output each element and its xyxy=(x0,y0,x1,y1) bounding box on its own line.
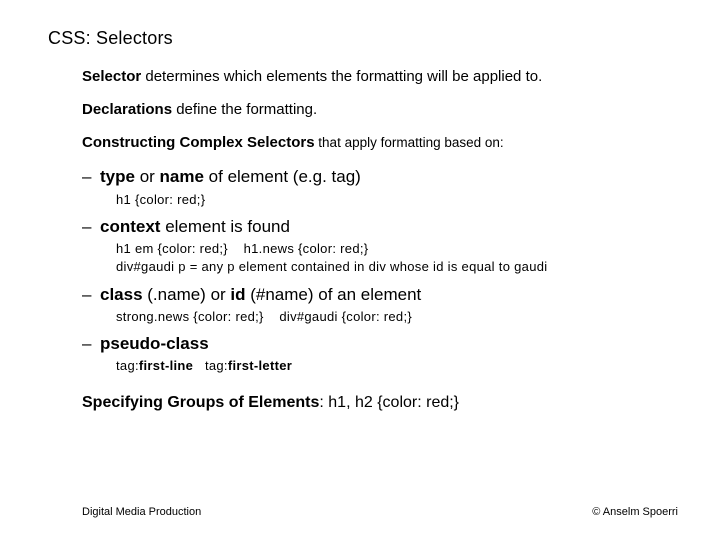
bold-name: name xyxy=(160,167,204,186)
code-tag2: tag: xyxy=(205,358,228,373)
bold-first-letter: first-letter xyxy=(228,358,292,373)
code-tag1: tag: xyxy=(116,358,139,373)
slide-body: Selector determines which elements the f… xyxy=(82,68,690,427)
bullet-type-name: – type or name of element (e.g. tag) xyxy=(82,166,690,187)
code-context-2: div#gaudi p = any p element contained in… xyxy=(116,259,690,275)
text-of-element: of element (e.g. tag) xyxy=(204,167,361,186)
dash-icon: – xyxy=(82,333,100,354)
bold-first-line: first-line xyxy=(139,358,193,373)
bold-constructing: Constructing Complex Selectors xyxy=(82,134,315,151)
bold-declarations: Declarations xyxy=(82,101,172,118)
footer-right: © Anselm Spoerri xyxy=(592,506,678,518)
para-selector: Selector determines which elements the f… xyxy=(82,68,690,87)
text-groups: : h1, h2 {color: red;} xyxy=(319,394,459,411)
code-div-gaudi: div#gaudi {color: red;} xyxy=(279,309,412,324)
bullet-pseudo: – pseudo-class xyxy=(82,333,690,354)
bold-selector: Selector xyxy=(82,68,141,85)
para-groups: Specifying Groups of Elements: h1, h2 {c… xyxy=(82,393,690,413)
text-of-an-element: (#name) of an element xyxy=(246,285,422,304)
bold-id: id xyxy=(230,285,245,304)
text-name-or: (.name) or xyxy=(143,285,231,304)
bullet-class-id: – class (.name) or id (#name) of an elem… xyxy=(82,284,690,305)
code-h1-em: h1 em {color: red;} xyxy=(116,241,228,256)
dash-icon: – xyxy=(82,284,100,305)
code-strong-news: strong.news {color: red;} xyxy=(116,309,264,324)
bold-class: class xyxy=(100,285,143,304)
dash-icon: – xyxy=(82,216,100,237)
gap xyxy=(264,309,280,324)
gap xyxy=(228,241,244,256)
para-declarations: Declarations define the formatting. xyxy=(82,101,690,120)
bullet-context: – context element is found xyxy=(82,216,690,237)
text-constructing: that apply formatting based on: xyxy=(315,135,504,150)
bold-groups: Specifying Groups of Elements xyxy=(82,394,319,411)
bold-context: context xyxy=(100,217,160,236)
para-constructing: Constructing Complex Selectors that appl… xyxy=(82,134,690,153)
footer-left: Digital Media Production xyxy=(82,506,201,518)
code-pseudo: tag:first-line tag:first-letter xyxy=(116,358,690,374)
code-h1: h1 {color: red;} xyxy=(116,192,690,208)
text-context: element is found xyxy=(160,217,289,236)
dash-icon: – xyxy=(82,166,100,187)
slide-title: CSS: Selectors xyxy=(48,28,173,49)
slide: CSS: Selectors Selector determines which… xyxy=(0,0,720,540)
text-selector: determines which elements the formatting… xyxy=(141,68,542,85)
code-class-id: strong.news {color: red;} div#gaudi {col… xyxy=(116,309,690,325)
text-or: or xyxy=(135,167,160,186)
bold-pseudo: pseudo-class xyxy=(100,334,209,353)
code-context-1: h1 em {color: red;} h1.news {color: red;… xyxy=(116,241,690,257)
gap xyxy=(193,358,205,373)
code-h1-news: h1.news {color: red;} xyxy=(244,241,369,256)
text-declarations: define the formatting. xyxy=(172,101,317,118)
bold-type: type xyxy=(100,167,135,186)
